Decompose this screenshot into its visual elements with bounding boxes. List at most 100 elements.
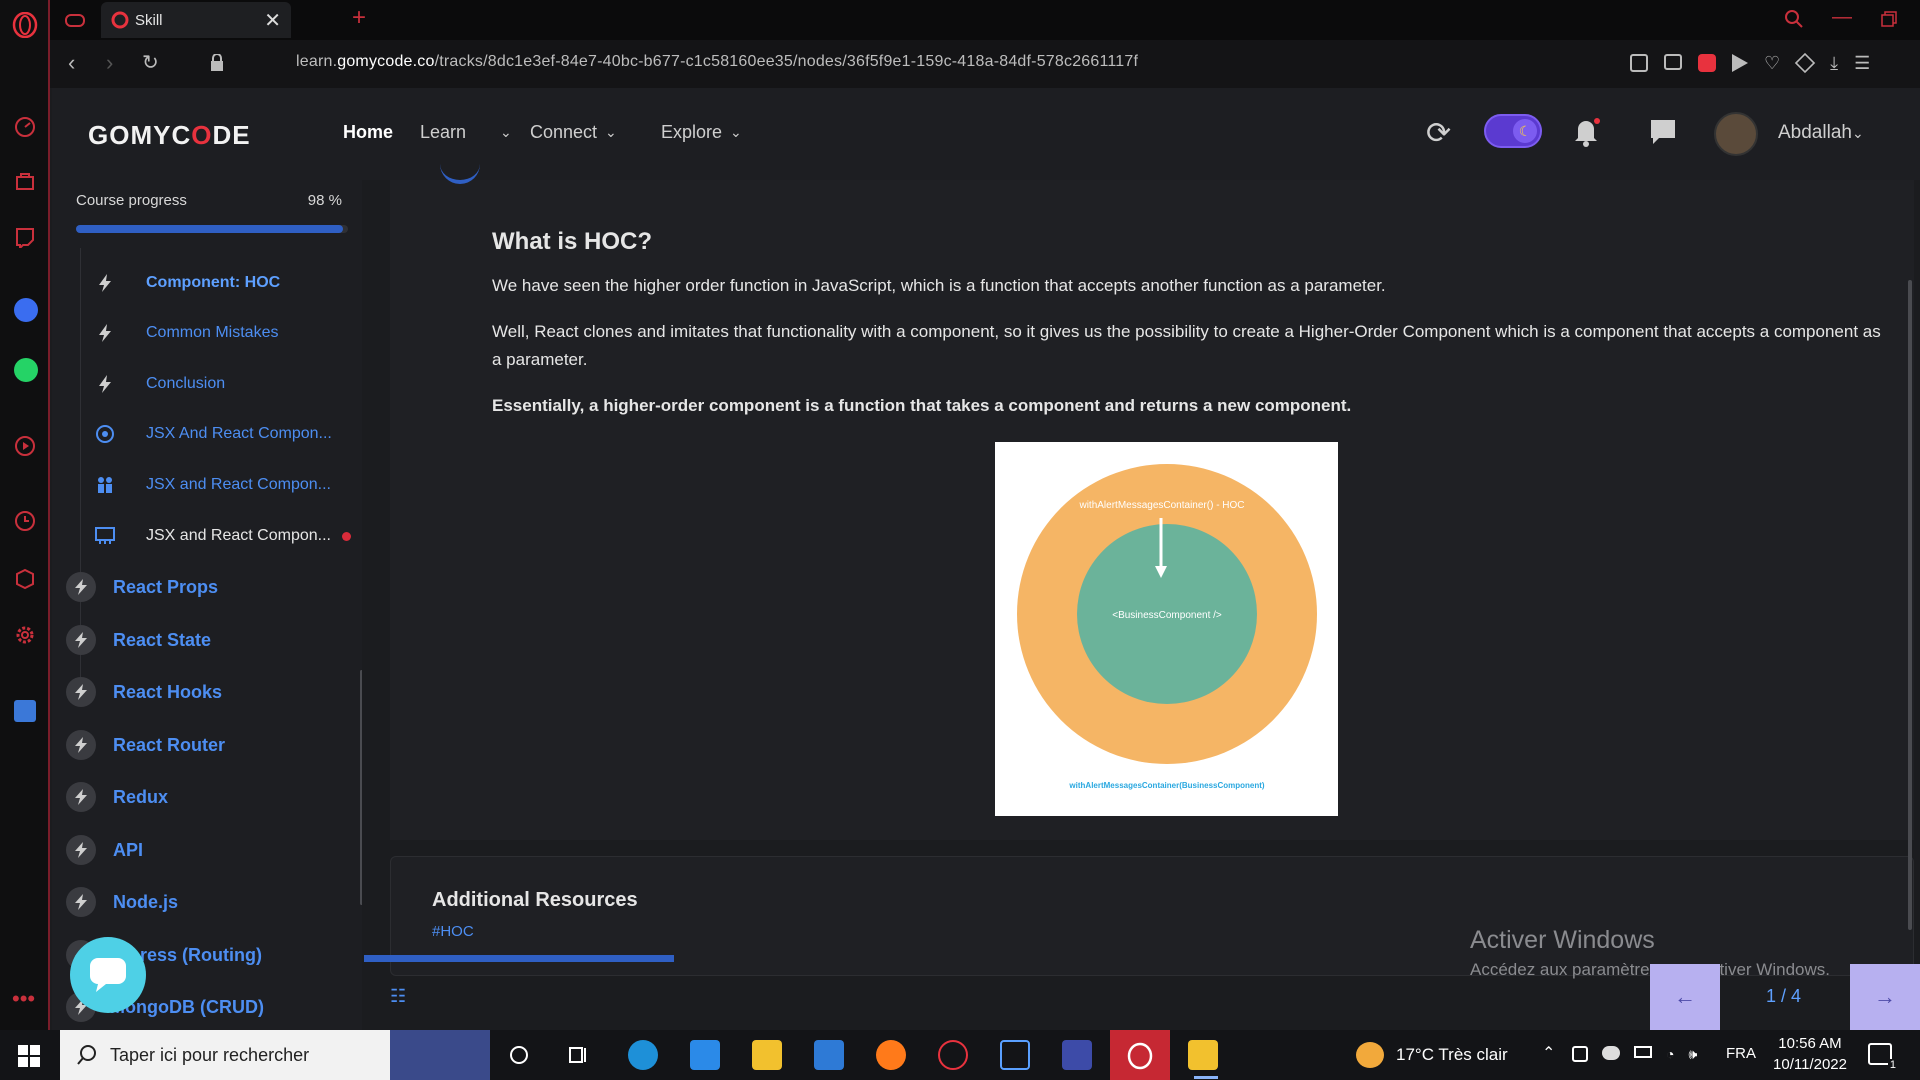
close-tab-icon[interactable]: ✕ [264, 8, 281, 33]
dark-mode-toggle[interactable]: ☾ [1484, 114, 1542, 148]
previous-page-button[interactable]: ← [1650, 964, 1720, 1030]
extensions-cube-icon[interactable] [1794, 52, 1816, 74]
clock-time[interactable]: 10:56 AM [1774, 1035, 1846, 1052]
camera-icon[interactable] [1664, 54, 1682, 70]
new-tab-icon[interactable]: + [352, 4, 366, 32]
opera-taskbar-active[interactable] [1110, 1030, 1170, 1080]
folder-app-icon[interactable] [1188, 1040, 1218, 1070]
module-react-props[interactable]: React Props [52, 565, 362, 609]
sync-icon[interactable]: ⟳ [1426, 116, 1451, 151]
chevron-down-icon: ⌄ [730, 124, 742, 140]
module-label: React Props [113, 576, 219, 597]
nav-learn[interactable]: Learn ⌄ [420, 122, 512, 143]
battery-icon[interactable] [1634, 1046, 1652, 1058]
sidebar-item-conclusion[interactable]: Conclusion [52, 364, 362, 404]
progress-label: Course progress [76, 192, 187, 209]
bag-icon[interactable] [14, 170, 36, 192]
opera-gx-icon[interactable] [938, 1040, 968, 1070]
module-nodejs[interactable]: Node.js [52, 880, 362, 924]
module-redux[interactable]: Redux [52, 775, 362, 819]
support-chat-button[interactable] [70, 937, 146, 1013]
share-icon[interactable] [1630, 54, 1648, 72]
chat-icon[interactable] [1649, 118, 1677, 146]
wifi-icon[interactable]: ◔ [1666, 1046, 1674, 1063]
firefox-icon[interactable] [876, 1040, 906, 1070]
forward-icon[interactable]: › [106, 50, 113, 76]
translate-icon[interactable] [14, 700, 36, 722]
opera-favicon-icon [111, 11, 129, 29]
send-icon[interactable] [1732, 54, 1748, 72]
next-page-button[interactable]: → [1850, 964, 1920, 1030]
url-text[interactable]: learn.gomycode.co/tracks/8dc1e3ef-84e7-4… [296, 53, 1138, 71]
module-api[interactable]: API [52, 828, 362, 872]
nav-home[interactable]: Home [343, 122, 393, 143]
outline-list-icon[interactable]: ☷ [390, 986, 406, 1007]
onedrive-icon[interactable] [1602, 1046, 1620, 1060]
more-dots-icon[interactable]: ••• [12, 988, 35, 1010]
bell-icon[interactable] [1572, 116, 1602, 148]
volume-icon[interactable]: 🕪 [1688, 1046, 1697, 1063]
search-tabs-icon[interactable] [1783, 8, 1805, 30]
tray-device-icon[interactable] [1572, 1046, 1588, 1062]
gamepad-icon[interactable] [64, 10, 86, 30]
paragraph-3: Essentially, a higher-order component is… [492, 396, 1352, 415]
sidebar-item-jsx-2[interactable]: JSX and React Compon... [52, 465, 362, 505]
nav-connect[interactable]: Connect ⌄ [530, 122, 617, 143]
language-indicator[interactable]: FRA [1726, 1045, 1756, 1062]
avatar[interactable] [1714, 112, 1758, 156]
store-icon[interactable] [814, 1040, 844, 1070]
windows-start-icon[interactable] [18, 1045, 40, 1067]
reload-icon[interactable]: ↻ [142, 50, 159, 75]
sidebar-item-label: JSX and React Compon... [146, 527, 331, 544]
resources-tag[interactable]: #HOC [432, 923, 474, 940]
heart-icon[interactable]: ♡ [1764, 54, 1780, 72]
module-react-state[interactable]: React State [52, 618, 362, 662]
content-scrollbar[interactable] [1908, 280, 1912, 930]
notification-center-icon[interactable]: 1 [1868, 1043, 1898, 1071]
user-menu[interactable]: Abdallah⌄ [1778, 122, 1864, 144]
messenger-icon[interactable] [14, 298, 38, 322]
module-react-router[interactable]: React Router [52, 723, 362, 767]
teams-icon[interactable] [1062, 1040, 1092, 1070]
back-icon[interactable]: ‹ [68, 50, 75, 76]
chevron-down-icon: ⌄ [605, 124, 617, 140]
clock-date[interactable]: 10/11/2022 [1770, 1056, 1850, 1073]
module-react-hooks[interactable]: React Hooks [52, 670, 362, 714]
tray-expand-icon[interactable]: ⌃ [1542, 1043, 1555, 1063]
moon-icon: ☾ [1513, 119, 1537, 143]
gomycode-logo[interactable]: GOMYCODE [88, 120, 251, 151]
opera-logo-icon[interactable] [12, 12, 38, 38]
sidebar-item-jsx-3[interactable]: JSX and React Compon... [52, 516, 362, 556]
restore-icon[interactable] [1880, 10, 1898, 28]
weather-moon-icon[interactable] [1356, 1042, 1384, 1068]
easy-setup-icon[interactable]: ☰ [1854, 54, 1870, 72]
taskbar-search[interactable]: Taper ici pour rechercher [60, 1030, 490, 1080]
module-label: API [113, 839, 144, 860]
speed-dial-icon[interactable] [14, 116, 36, 138]
task-view-icon[interactable] [568, 1044, 590, 1066]
cortana-icon[interactable] [508, 1044, 530, 1066]
adblock-shield-icon[interactable] [1698, 54, 1716, 72]
bolt-icon [66, 782, 96, 812]
weather-text[interactable]: 17°C Très clair [1396, 1045, 1508, 1065]
edge-icon[interactable] [628, 1040, 658, 1070]
minimize-icon[interactable]: — [1832, 6, 1852, 29]
sidebar-item-component-hoc[interactable]: Component: HOC [52, 263, 362, 303]
sidebar-item-common-mistakes[interactable]: Common Mistakes [52, 313, 362, 353]
nav-explore[interactable]: Explore ⌄ [661, 122, 742, 143]
cube-icon[interactable] [14, 568, 36, 590]
lock-icon[interactable] [210, 54, 224, 72]
player-icon[interactable] [14, 435, 36, 457]
file-explorer-icon[interactable] [752, 1040, 782, 1070]
mail-icon[interactable] [690, 1040, 720, 1070]
whatsapp-icon[interactable] [14, 358, 38, 382]
bolt-icon [66, 835, 96, 865]
download-icon[interactable]: ⤓ [1830, 54, 1838, 72]
settings-gear-icon[interactable] [14, 624, 36, 646]
shield-app-icon[interactable] [1000, 1040, 1030, 1070]
sidebar-item-jsx-1[interactable]: JSX And React Compon... [52, 414, 362, 454]
twitch-icon[interactable] [14, 226, 36, 248]
module-label: Redux [113, 786, 169, 807]
history-icon[interactable] [14, 510, 36, 532]
tab-skill[interactable]: Skill ✕ [101, 2, 291, 38]
